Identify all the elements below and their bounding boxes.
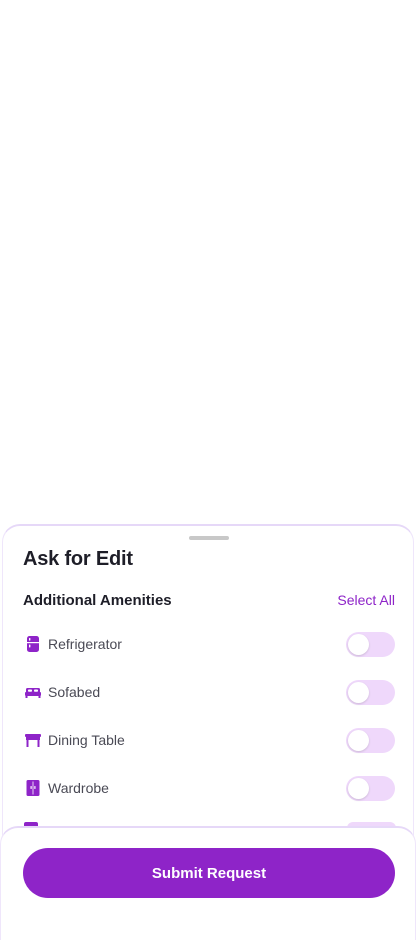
refrigerator-toggle[interactable]: [346, 631, 395, 657]
section-title: Additional Amenities: [23, 591, 172, 609]
toggle-knob: [348, 681, 369, 703]
amenity-list: Refrigerator Sofabed Dining Table Wardro…: [23, 620, 395, 812]
amenity-label: Refrigerator: [48, 636, 122, 652]
amenity-label: Dining Table: [48, 732, 125, 748]
toggle-knob: [348, 633, 369, 655]
amenities-header: Additional Amenities Select All: [23, 590, 395, 610]
sofabed-toggle[interactable]: [346, 679, 395, 705]
sofabed-icon: [24, 683, 42, 701]
dining-table-icon: [24, 731, 42, 749]
amenity-row-wardrobe: Wardrobe: [23, 764, 395, 812]
footer-bar: Submit Request: [0, 826, 416, 940]
wardrobe-icon: [24, 779, 42, 797]
amenity-label: Wardrobe: [48, 780, 109, 796]
amenity-row-dining-table: Dining Table: [23, 716, 395, 764]
amenity-row-sofabed: Sofabed: [23, 668, 395, 716]
refrigerator-icon: [24, 635, 42, 653]
toggle-knob: [348, 729, 369, 751]
amenity-label: Sofabed: [48, 684, 101, 700]
select-all-link[interactable]: Select All: [337, 592, 395, 608]
sheet-title: Ask for Edit: [23, 548, 133, 570]
toggle-knob: [348, 777, 369, 799]
dining-table-toggle[interactable]: [346, 727, 395, 753]
wardrobe-toggle[interactable]: [346, 775, 395, 801]
drag-handle[interactable]: [189, 536, 229, 540]
submit-request-button[interactable]: Submit Request: [23, 848, 395, 898]
amenity-row-refrigerator: Refrigerator: [23, 620, 395, 668]
